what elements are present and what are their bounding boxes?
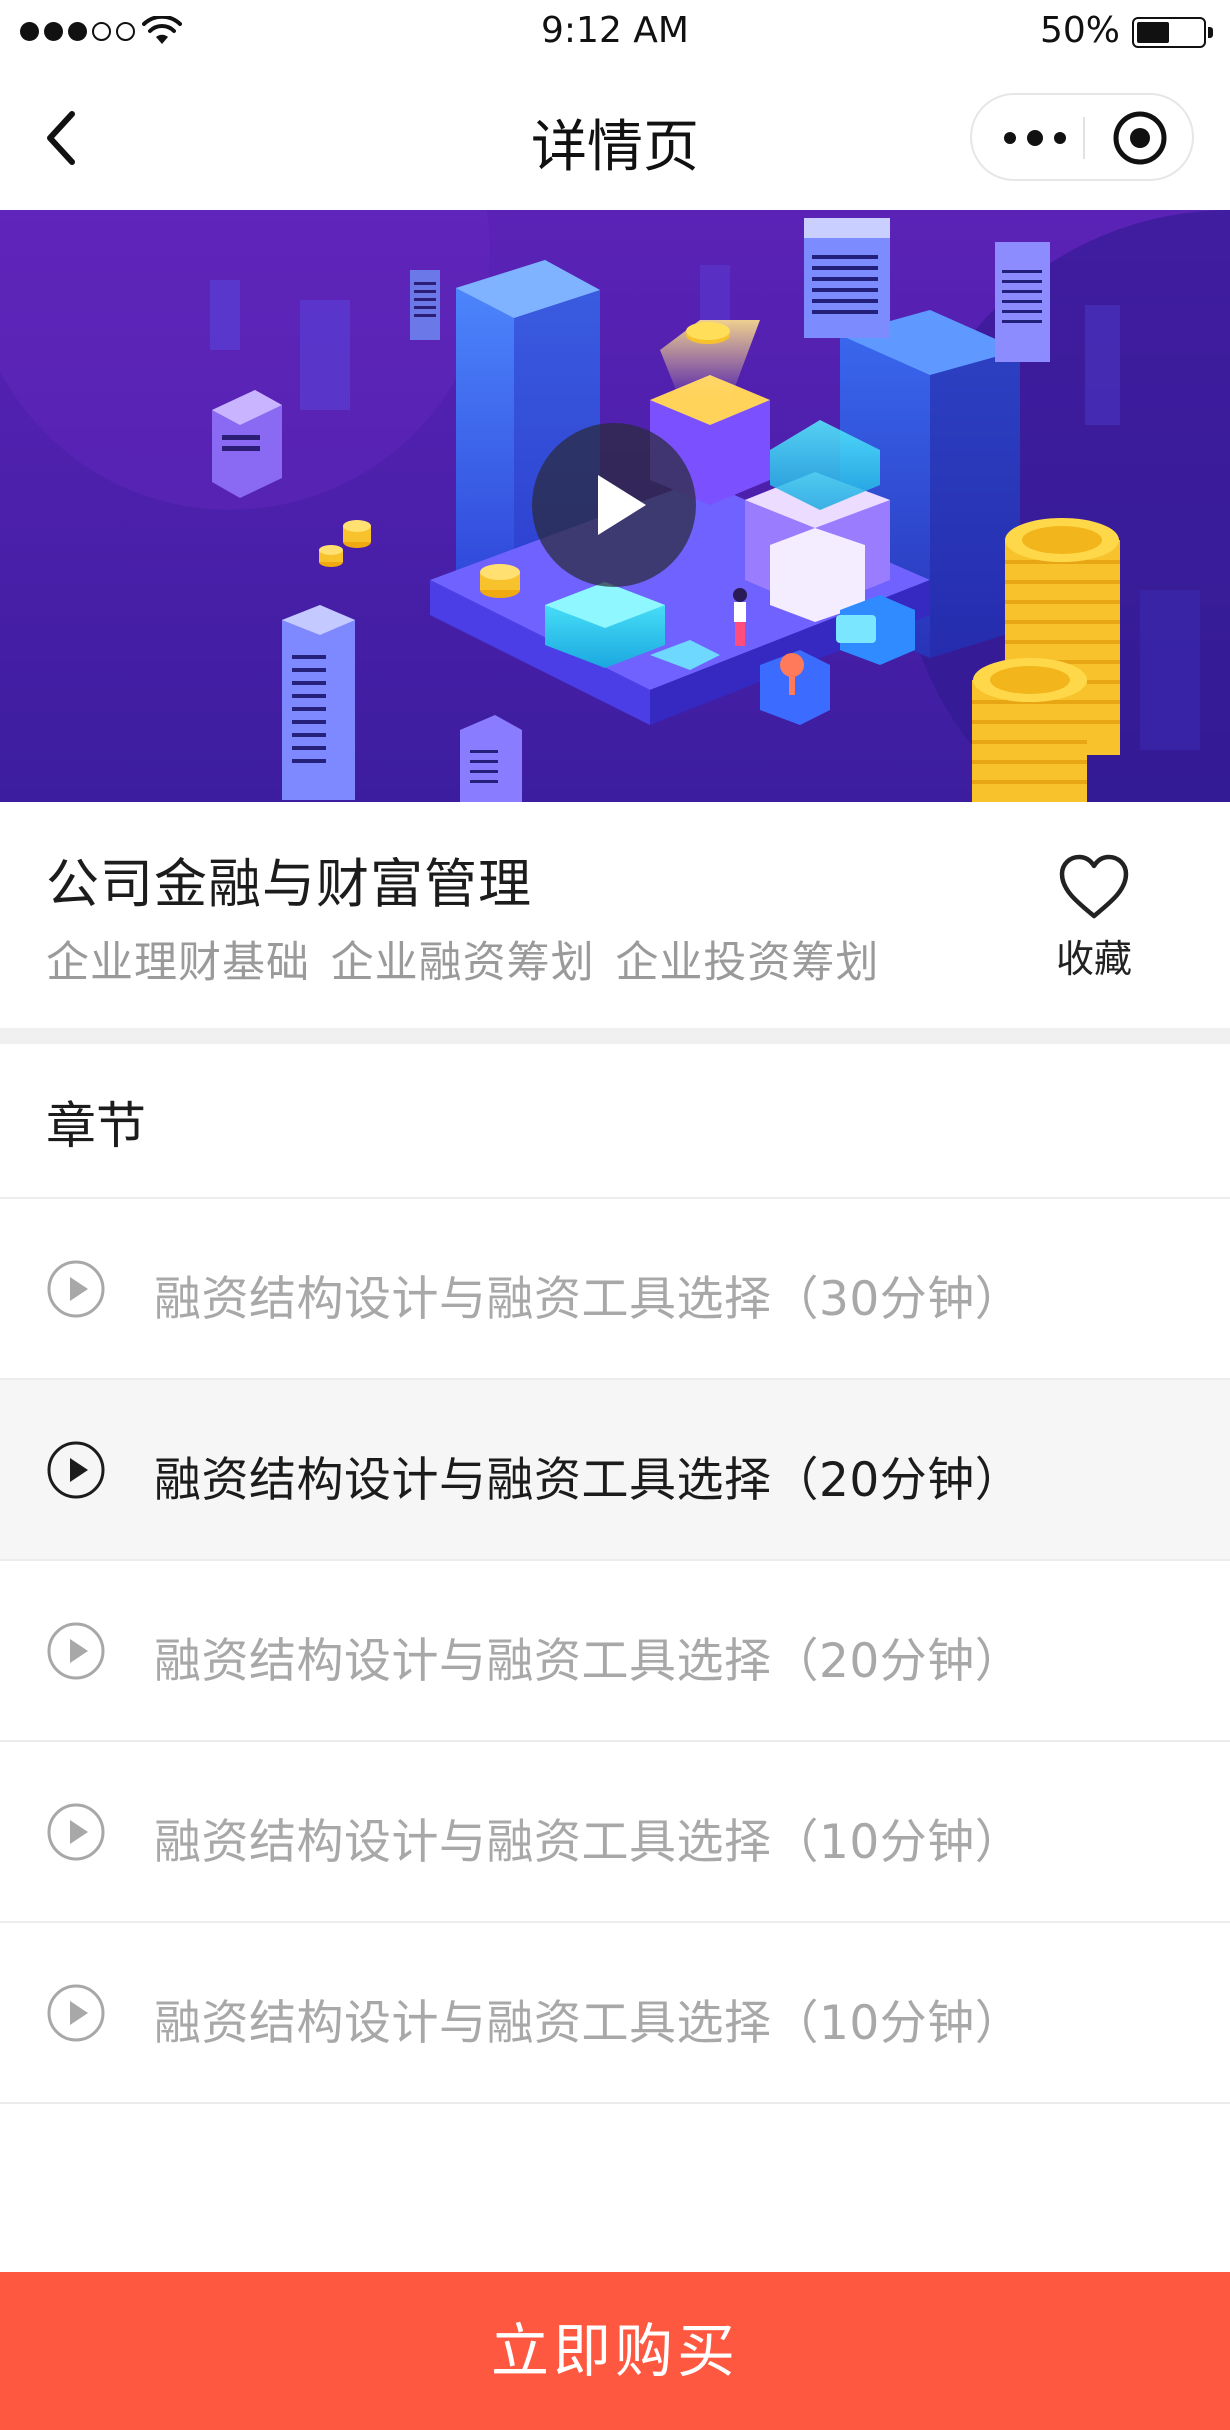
chapter-item[interactable]: 融资结构设计与融资工具选择（10分钟） xyxy=(0,1923,1230,2104)
chapters-header: 章节 xyxy=(46,1097,146,1155)
capsule-divider xyxy=(1083,117,1085,159)
battery-fill xyxy=(1137,22,1169,43)
play-circle-icon xyxy=(47,1622,105,1680)
more-dots-icon[interactable] xyxy=(1000,123,1070,153)
play-circle-icon xyxy=(47,1803,105,1861)
chapter-label: 融资结构设计与融资工具选择（20分钟） xyxy=(154,1453,1023,1508)
battery-icon xyxy=(1132,17,1213,48)
course-info: 公司金融与财富管理 企业理财基础 企业融资筹划 企业投资筹划 收藏 xyxy=(0,802,1230,1028)
status-bar: 9:12 AM 50% xyxy=(0,0,1230,66)
favorite-button[interactable]: 收藏 xyxy=(1040,854,1148,983)
play-circle-icon xyxy=(47,1260,105,1318)
target-circle-icon[interactable] xyxy=(1112,110,1168,166)
chapter-item[interactable]: 融资结构设计与融资工具选择（20分钟） xyxy=(0,1380,1230,1561)
chapter-label: 融资结构设计与融资工具选择（20分钟） xyxy=(154,1634,1023,1689)
chapter-list: 融资结构设计与融资工具选择（30分钟） 融资结构设计与融资工具选择（20分钟） 融资… xyxy=(0,1199,1230,2104)
play-icon xyxy=(532,423,696,587)
course-video-banner[interactable] xyxy=(0,210,1230,802)
nav-bar: 详情页 xyxy=(0,66,1230,210)
chapter-item[interactable]: 融资结构设计与融资工具选择（30分钟） xyxy=(0,1199,1230,1380)
battery-cap xyxy=(1208,27,1213,38)
heart-outline-icon xyxy=(1059,854,1129,919)
battery-percent: 50% xyxy=(1039,10,1120,51)
chapter-item[interactable]: 融资结构设计与融资工具选择（20分钟） xyxy=(0,1561,1230,1742)
play-circle-icon xyxy=(47,1441,105,1499)
course-tags: 企业理财基础 企业融资筹划 企业投资筹划 xyxy=(46,938,880,988)
favorite-label: 收藏 xyxy=(1055,937,1132,981)
chapter-item[interactable]: 融资结构设计与融资工具选择（10分钟） xyxy=(0,1742,1230,1923)
section-divider xyxy=(0,1028,1230,1044)
play-circle-icon xyxy=(47,1984,105,2042)
chapter-label: 融资结构设计与融资工具选择（30分钟） xyxy=(154,1272,1023,1327)
mini-program-capsule xyxy=(970,93,1194,181)
chapter-label: 融资结构设计与融资工具选择（10分钟） xyxy=(154,1996,1023,2051)
buy-now-button[interactable]: 立即购买 xyxy=(0,2272,1230,2430)
chapter-label: 融资结构设计与融资工具选择（10分钟） xyxy=(154,1815,1023,1870)
video-play-button[interactable] xyxy=(532,423,696,587)
course-title: 公司金融与财富管理 xyxy=(46,854,532,915)
